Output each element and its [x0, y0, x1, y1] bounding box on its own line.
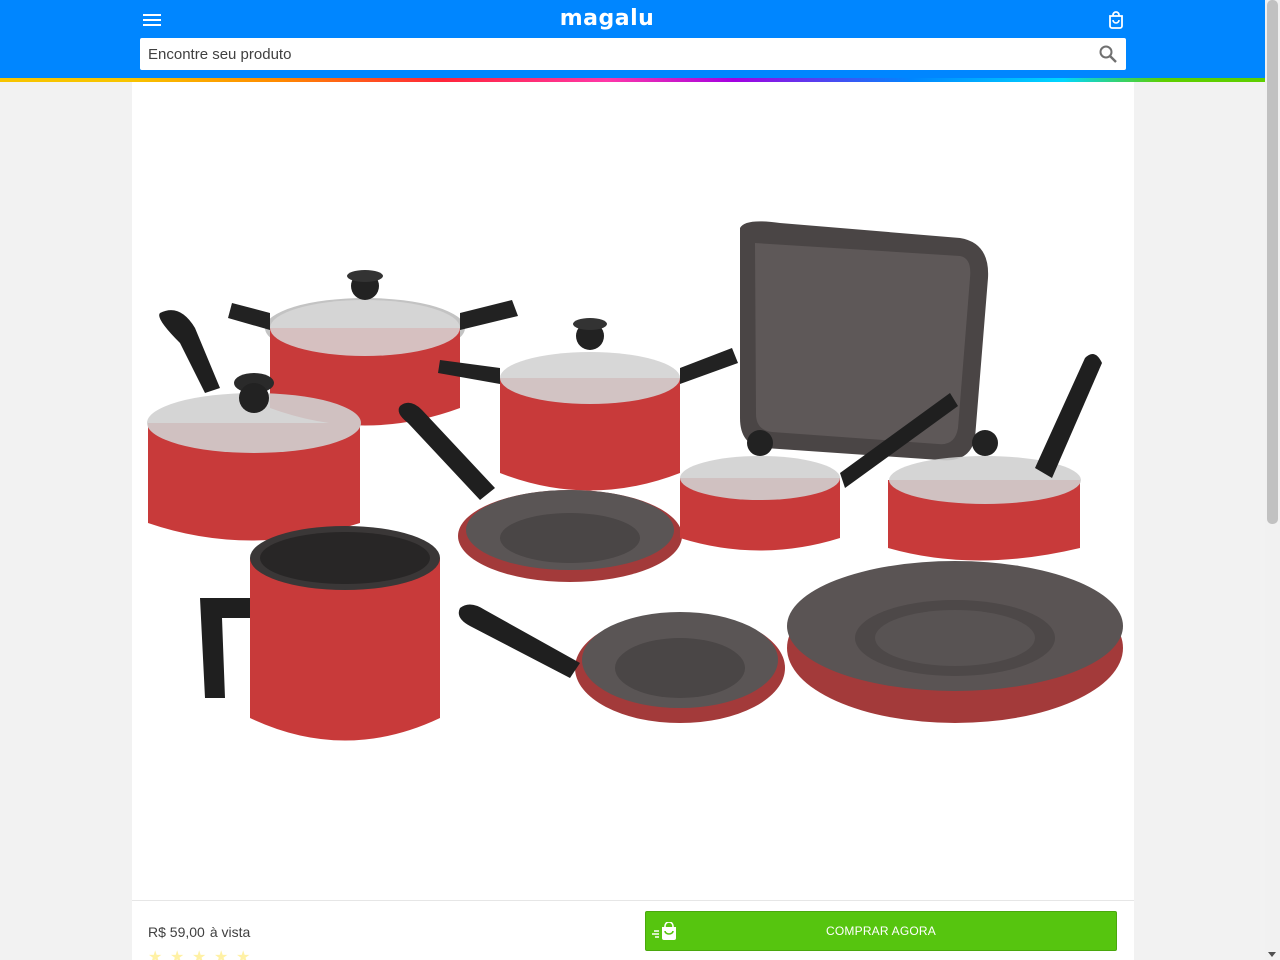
search-icon[interactable]: [1098, 44, 1118, 64]
buy-now-button[interactable]: COMPRAR AGORA: [645, 911, 1117, 951]
price-divider: [132, 900, 1134, 901]
hamburger-menu-icon: [143, 14, 161, 26]
star-icon: ★: [192, 949, 207, 960]
star-icon: ★: [148, 949, 163, 960]
top-header: magalu: [0, 0, 1265, 78]
search-input[interactable]: [140, 38, 1080, 70]
star-icon: ★: [214, 949, 229, 960]
search-bar: [140, 38, 1126, 70]
cart-button[interactable]: [1104, 8, 1128, 32]
star-icon: ★: [170, 949, 185, 960]
price-row: R$ 59,00 à vista: [148, 922, 250, 942]
page-scrollbar[interactable]: [1265, 0, 1280, 960]
price-suffix: à vista: [209, 924, 251, 940]
scroll-down-arrow-icon[interactable]: [1268, 952, 1276, 957]
shopping-bag-icon: [1109, 11, 1123, 29]
magalu-logo[interactable]: magalu: [540, 4, 674, 34]
star-icon: ★: [236, 949, 251, 960]
scrollbar-thumb[interactable]: [1267, 0, 1278, 524]
menu-button[interactable]: [140, 8, 164, 32]
fast-cart-icon: [652, 922, 676, 940]
product-price: R$ 59,00: [148, 924, 205, 940]
product-image[interactable]: [140, 218, 1126, 818]
product-card: [132, 82, 1134, 960]
buy-now-label: COMPRAR AGORA: [826, 924, 936, 938]
rating-stars: ★ ★ ★ ★ ★: [148, 950, 252, 960]
